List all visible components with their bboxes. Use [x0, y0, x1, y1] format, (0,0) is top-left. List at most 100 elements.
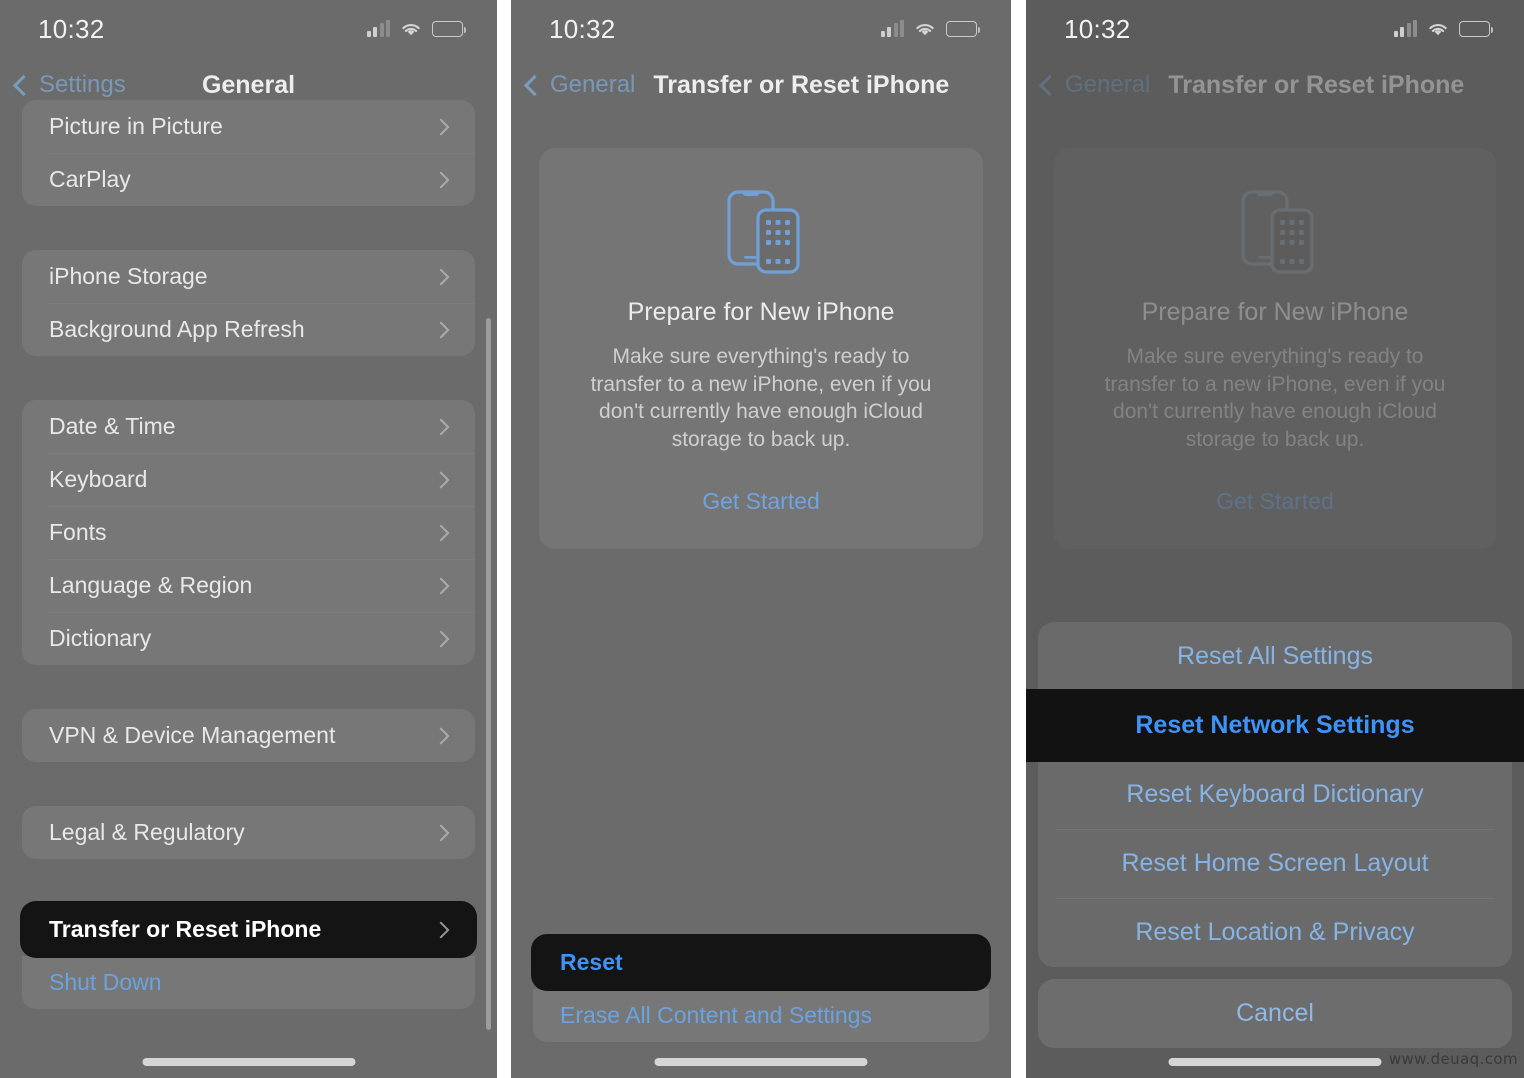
chevron-right-icon — [432, 321, 450, 338]
status-bar-icons — [880, 20, 980, 38]
chevron-right-icon — [432, 471, 450, 488]
cellular-bars-icon — [366, 20, 390, 37]
action-reset-keyboard-dictionary[interactable]: Reset Keyboard Dictionary — [1038, 760, 1512, 829]
settings-group-vpn: VPN & Device Management — [22, 709, 475, 762]
settings-row-background-app-refresh[interactable]: Background App Refresh — [22, 303, 475, 356]
settings-group-storage: iPhone Storage Background App Refresh — [22, 250, 475, 356]
cellular-bars-icon — [880, 20, 904, 37]
row-label: Date & Time — [49, 413, 176, 439]
card-body-text: Make sure everything's ready to transfer… — [1104, 345, 1446, 452]
chevron-right-icon — [432, 118, 450, 135]
chevron-left-icon — [1038, 74, 1061, 96]
settings-row-iphone-storage[interactable]: iPhone Storage — [22, 250, 475, 303]
action-label: Reset All Settings — [1177, 642, 1373, 670]
cellular-bars-icon — [1393, 20, 1417, 37]
chevron-right-icon — [432, 577, 450, 594]
settings-row-reset[interactable]: Reset — [533, 936, 989, 989]
row-label: Picture in Picture — [49, 113, 223, 139]
get-started-button[interactable]: Get Started — [1084, 488, 1466, 515]
action-reset-network-settings[interactable]: Reset Network Settings — [1026, 691, 1524, 760]
battery-low-power-icon — [1459, 21, 1493, 37]
card-title: Prepare for New iPhone — [627, 298, 895, 326]
wifi-icon — [916, 23, 934, 35]
status-bar-icons — [366, 20, 466, 38]
action-label: Reset Home Screen Layout — [1121, 849, 1429, 877]
settings-row-picture-in-picture[interactable]: Picture in Picture — [22, 100, 475, 153]
row-label: iPhone Storage — [49, 263, 208, 289]
action-cancel-button[interactable]: Cancel — [1038, 979, 1512, 1048]
action-label: Reset Keyboard Dictionary — [1126, 780, 1424, 808]
chevron-left-icon — [12, 74, 35, 96]
settings-group-transfer-reset: Transfer or Reset iPhone Shut Down — [22, 903, 475, 1009]
chevron-right-icon — [432, 727, 450, 744]
settings-row-language-region[interactable]: Language & Region — [22, 559, 475, 612]
phone-panel-transfer-or-reset: 10:32 General Transfer or Reset iPhone P… — [511, 0, 1011, 1078]
settings-row-carplay[interactable]: CarPlay — [22, 153, 475, 206]
row-label: Fonts — [49, 519, 107, 545]
action-reset-location-privacy[interactable]: Reset Location & Privacy — [1038, 898, 1512, 967]
card-title: Prepare for New iPhone — [1141, 298, 1409, 326]
row-label: Erase All Content and Settings — [560, 1002, 872, 1028]
action-reset-all-settings[interactable]: Reset All Settings — [1038, 622, 1512, 691]
card-body-text: Make sure everything's ready to transfer… — [590, 345, 932, 452]
settings-row-fonts[interactable]: Fonts — [22, 506, 475, 559]
page-title: Transfer or Reset iPhone — [653, 70, 950, 99]
phone-panel-general-settings: 10:32 General Settings Picture in Pictur… — [0, 0, 497, 1078]
settings-row-date-time[interactable]: Date & Time — [22, 400, 475, 453]
row-label: Shut Down — [49, 969, 162, 995]
settings-list[interactable]: Picture in Picture CarPlay iPhone Storag… — [0, 100, 497, 1078]
row-label: Keyboard — [49, 466, 148, 492]
home-indicator — [1168, 1058, 1382, 1066]
back-button-general[interactable]: General — [1038, 71, 1151, 99]
status-bar-icons — [1393, 20, 1493, 38]
status-bar: 10:32 — [1026, 0, 1524, 58]
row-label: Legal & Regulatory — [49, 819, 245, 845]
row-label: Language & Region — [49, 572, 253, 598]
chevron-right-icon — [432, 630, 450, 647]
prepare-card-container: Prepare for New iPhone Make sure everyth… — [1026, 104, 1524, 549]
battery-low-power-icon — [946, 21, 980, 37]
chevron-left-icon — [523, 74, 546, 96]
back-button-settings[interactable]: Settings — [12, 71, 126, 99]
vertical-scrollbar[interactable] — [486, 318, 491, 1030]
settings-row-legal-regulatory[interactable]: Legal & Regulatory — [22, 806, 475, 859]
reset-options-group: Reset Erase All Content and Settings — [511, 936, 1011, 1042]
two-iphones-transfer-icon — [1084, 174, 1466, 286]
chevron-right-icon — [432, 824, 450, 841]
settings-row-transfer-or-reset-iphone[interactable]: Transfer or Reset iPhone — [22, 903, 475, 956]
prepare-card-container: Prepare for New iPhone Make sure everyth… — [511, 104, 1011, 549]
wifi-icon — [1429, 23, 1447, 35]
back-button-label: General — [1065, 71, 1151, 98]
cancel-label: Cancel — [1236, 999, 1314, 1027]
back-button-label: General — [550, 71, 636, 98]
page-title: Transfer or Reset iPhone — [1168, 70, 1465, 99]
action-reset-home-screen-layout[interactable]: Reset Home Screen Layout — [1038, 829, 1512, 898]
settings-row-keyboard[interactable]: Keyboard — [22, 453, 475, 506]
prepare-for-new-iphone-card: Prepare for New iPhone Make sure everyth… — [1054, 148, 1496, 549]
row-label: Dictionary — [49, 625, 152, 651]
settings-row-dictionary[interactable]: Dictionary — [22, 612, 475, 665]
settings-row-shut-down[interactable]: Shut Down — [22, 956, 475, 1009]
reset-action-sheet: Reset All Settings Reset Network Setting… — [1026, 622, 1524, 1048]
action-label: Reset Network Settings — [1135, 711, 1415, 739]
action-label: Reset Location & Privacy — [1135, 918, 1415, 946]
phone-panel-reset-action-sheet: 10:32 General Transfer or Reset iPhone P… — [1026, 0, 1524, 1078]
action-sheet-options: Reset All Settings Reset Network Setting… — [1026, 622, 1524, 967]
get-started-button[interactable]: Get Started — [569, 488, 953, 515]
settings-row-erase-all-content-and-settings[interactable]: Erase All Content and Settings — [533, 989, 989, 1042]
chevron-right-icon — [432, 268, 450, 285]
chevron-right-icon — [432, 171, 450, 188]
status-bar: 10:32 — [0, 0, 497, 58]
settings-row-vpn-device-management[interactable]: VPN & Device Management — [22, 709, 475, 762]
reset-group: Reset Erase All Content and Settings — [533, 936, 989, 1042]
battery-low-power-icon — [432, 21, 466, 37]
site-watermark: www.deuaq.com — [1388, 1050, 1518, 1068]
settings-group-localization: Date & Time Keyboard Fonts Language & Re… — [22, 400, 475, 665]
row-label: VPN & Device Management — [49, 722, 336, 748]
home-indicator — [654, 1058, 868, 1066]
back-button-general[interactable]: General — [523, 71, 636, 99]
